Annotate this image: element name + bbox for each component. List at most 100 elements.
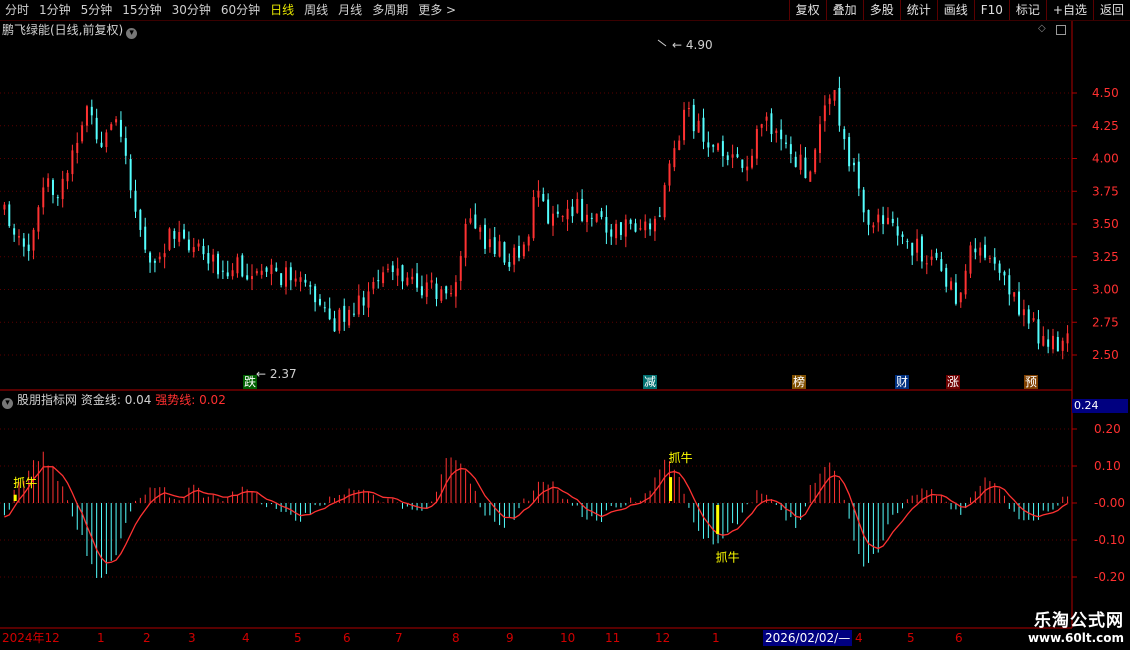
candle-body: [445, 286, 448, 294]
date-tick: 6: [955, 631, 963, 645]
event-marker: 跌: [244, 374, 256, 389]
price-tick-label: 2.75: [1092, 315, 1119, 329]
candle-body: [314, 286, 317, 303]
candle-body: [619, 222, 622, 235]
candle-body: [323, 307, 326, 309]
tab-period-1[interactable]: 1分钟: [34, 0, 76, 20]
candle-body: [785, 142, 788, 144]
tab-period-8[interactable]: 月线: [333, 0, 367, 20]
candle-body: [129, 159, 132, 191]
f10-button[interactable]: F10: [973, 0, 1009, 20]
candle-body: [430, 280, 433, 283]
candle-body: [518, 245, 521, 258]
candle-body: [954, 282, 957, 304]
tab-period-2[interactable]: 5分钟: [76, 0, 118, 20]
candle-body: [969, 245, 972, 274]
candle-body: [780, 129, 783, 140]
tab-period-3[interactable]: 15分钟: [117, 0, 166, 20]
chevron-down-icon[interactable]: ▾: [2, 398, 13, 409]
candle-body: [600, 211, 603, 217]
tab-period-daily[interactable]: 日线: [265, 0, 299, 20]
candle-body: [760, 124, 763, 128]
candle-body: [396, 268, 399, 276]
back-button[interactable]: 返回: [1092, 0, 1130, 20]
price-tick-label: 3.00: [1092, 283, 1119, 297]
candle-body: [217, 253, 220, 275]
candle-body: [22, 238, 25, 247]
event-marker: 涨: [947, 374, 959, 389]
candle-body: [202, 246, 205, 255]
candle-body: [309, 285, 312, 287]
restore-rights-button[interactable]: 复权: [788, 0, 826, 20]
multi-stock-button[interactable]: 多股: [862, 0, 900, 20]
candle-body: [105, 132, 108, 148]
tab-period-5[interactable]: 60分钟: [216, 0, 265, 20]
tab-period-7[interactable]: 周线: [299, 0, 333, 20]
tab-more[interactable]: 更多 >: [413, 0, 461, 20]
overlay-button[interactable]: 叠加: [825, 0, 863, 20]
event-marker: 减: [644, 375, 656, 389]
candle-body: [119, 119, 122, 137]
chevron-down-icon[interactable]: ▾: [126, 28, 138, 39]
candle-body: [304, 279, 307, 283]
statistics-button[interactable]: 统计: [899, 0, 937, 20]
candle-body: [687, 108, 690, 110]
candle-body: [255, 271, 258, 274]
draw-line-button[interactable]: 画线: [936, 0, 974, 20]
candle-body: [615, 223, 618, 239]
window-icon[interactable]: [1056, 25, 1066, 35]
candle-body: [1022, 309, 1025, 316]
candle-body: [683, 109, 686, 141]
candle-body: [794, 156, 797, 167]
candle-body: [61, 178, 64, 200]
candle-body: [260, 270, 263, 275]
candle-body: [644, 221, 647, 231]
candle-body: [595, 213, 598, 222]
diamond-icon[interactable]: ◇: [1038, 23, 1046, 34]
candle-body: [236, 257, 239, 274]
candle-body: [765, 116, 768, 121]
add-watchlist-button[interactable]: +自选: [1045, 0, 1093, 20]
candle-body: [149, 252, 152, 263]
event-marker-bg: [946, 375, 960, 389]
candle-body: [770, 113, 773, 135]
tab-period-9[interactable]: 多周期: [367, 0, 413, 20]
candle-body: [173, 230, 176, 239]
candle-body: [372, 282, 375, 289]
price-chart: 抓牛抓牛抓牛 2.502.753.003.253.503.754.004.254…: [0, 21, 1125, 629]
candle-body: [877, 214, 880, 223]
date-tick: 2: [143, 631, 151, 645]
date-axis: 2024年12 1 2 3 4 5 6 7 8 9 10 11 12 1 202…: [0, 630, 1000, 646]
candle-body: [318, 298, 321, 305]
candle-body: [8, 204, 11, 226]
tab-period-0[interactable]: 分时: [0, 0, 34, 20]
candle-body: [833, 89, 836, 101]
date-tick: 7: [395, 631, 403, 645]
candle-body: [454, 282, 457, 297]
candle-body: [751, 155, 754, 168]
candle-body: [76, 142, 79, 153]
candle-body: [226, 272, 229, 277]
candle-body: [707, 142, 710, 148]
mark-button[interactable]: 标记: [1008, 0, 1046, 20]
tab-period-4[interactable]: 30分钟: [167, 0, 216, 20]
candle-body: [124, 138, 127, 156]
candle-body: [144, 226, 147, 250]
candle-body: [153, 260, 156, 263]
candle-body: [809, 171, 812, 182]
candle-body: [717, 143, 720, 151]
event-marker: 预: [1025, 375, 1037, 389]
candle-body: [746, 166, 749, 171]
candle-body: [183, 229, 186, 239]
candle-body: [401, 265, 404, 282]
candle-body: [852, 162, 855, 166]
candle-body: [377, 280, 380, 282]
candle-body: [95, 117, 98, 140]
candle-body: [556, 211, 559, 214]
candle-body: [935, 252, 938, 258]
price-tick-label: 4.25: [1092, 119, 1119, 133]
candle-body: [1013, 292, 1016, 297]
candle-body: [469, 218, 472, 223]
candle-body: [896, 226, 899, 236]
candle-body: [775, 130, 778, 133]
